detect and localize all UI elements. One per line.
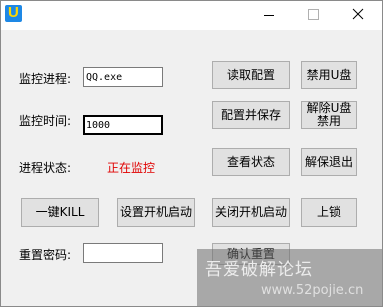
- enable-autostart-button[interactable]: 设置开机启动: [117, 198, 195, 227]
- status-label: 进程状态:: [19, 161, 72, 175]
- save-config-button[interactable]: 配置并保存: [212, 101, 290, 129]
- app-icon: U: [5, 5, 22, 22]
- close-button[interactable]: [336, 1, 381, 30]
- lock-button[interactable]: 上锁: [301, 198, 357, 227]
- close-icon: [352, 8, 364, 20]
- title-bar[interactable]: U: [1, 1, 382, 30]
- enable-usb-label-line2: 禁用: [316, 114, 341, 128]
- watermark-url: www.52pojie.cn: [261, 283, 364, 298]
- minimize-icon: [264, 15, 274, 16]
- forum-watermark: 吾爱破解论坛 www.52pojie.cn: [197, 249, 382, 306]
- maximize-icon: [308, 9, 319, 20]
- time-label: 监控时间:: [19, 114, 72, 128]
- read-config-button[interactable]: 读取配置: [212, 61, 290, 89]
- status-value: 正在监控: [107, 161, 156, 175]
- maximize-button[interactable]: [291, 1, 336, 30]
- check-status-button[interactable]: 查看状态: [212, 148, 290, 176]
- watermark-title: 吾爱破解论坛: [205, 260, 313, 280]
- app-icon-letter: U: [8, 5, 19, 21]
- main-window: U 监控进程: 监控时间: 进程状态: 正在监控 重置密码: QQ.exe 10…: [0, 0, 383, 307]
- process-label: 监控进程:: [19, 72, 72, 86]
- reset-password-input[interactable]: [83, 243, 163, 263]
- kill-process-button[interactable]: 一键KILL: [21, 198, 99, 227]
- disable-autostart-button[interactable]: 关闭开机启动: [212, 198, 290, 227]
- unprotect-exit-button[interactable]: 解保退出: [301, 148, 357, 176]
- enable-usb-button[interactable]: 解除U盘 禁用: [301, 101, 357, 129]
- minimize-button[interactable]: [247, 1, 292, 30]
- reset-password-label: 重置密码:: [19, 248, 72, 262]
- monitor-interval-input[interactable]: 1000: [83, 115, 163, 135]
- disable-usb-button[interactable]: 禁用U盘: [301, 61, 357, 89]
- process-name-input[interactable]: QQ.exe: [83, 67, 163, 87]
